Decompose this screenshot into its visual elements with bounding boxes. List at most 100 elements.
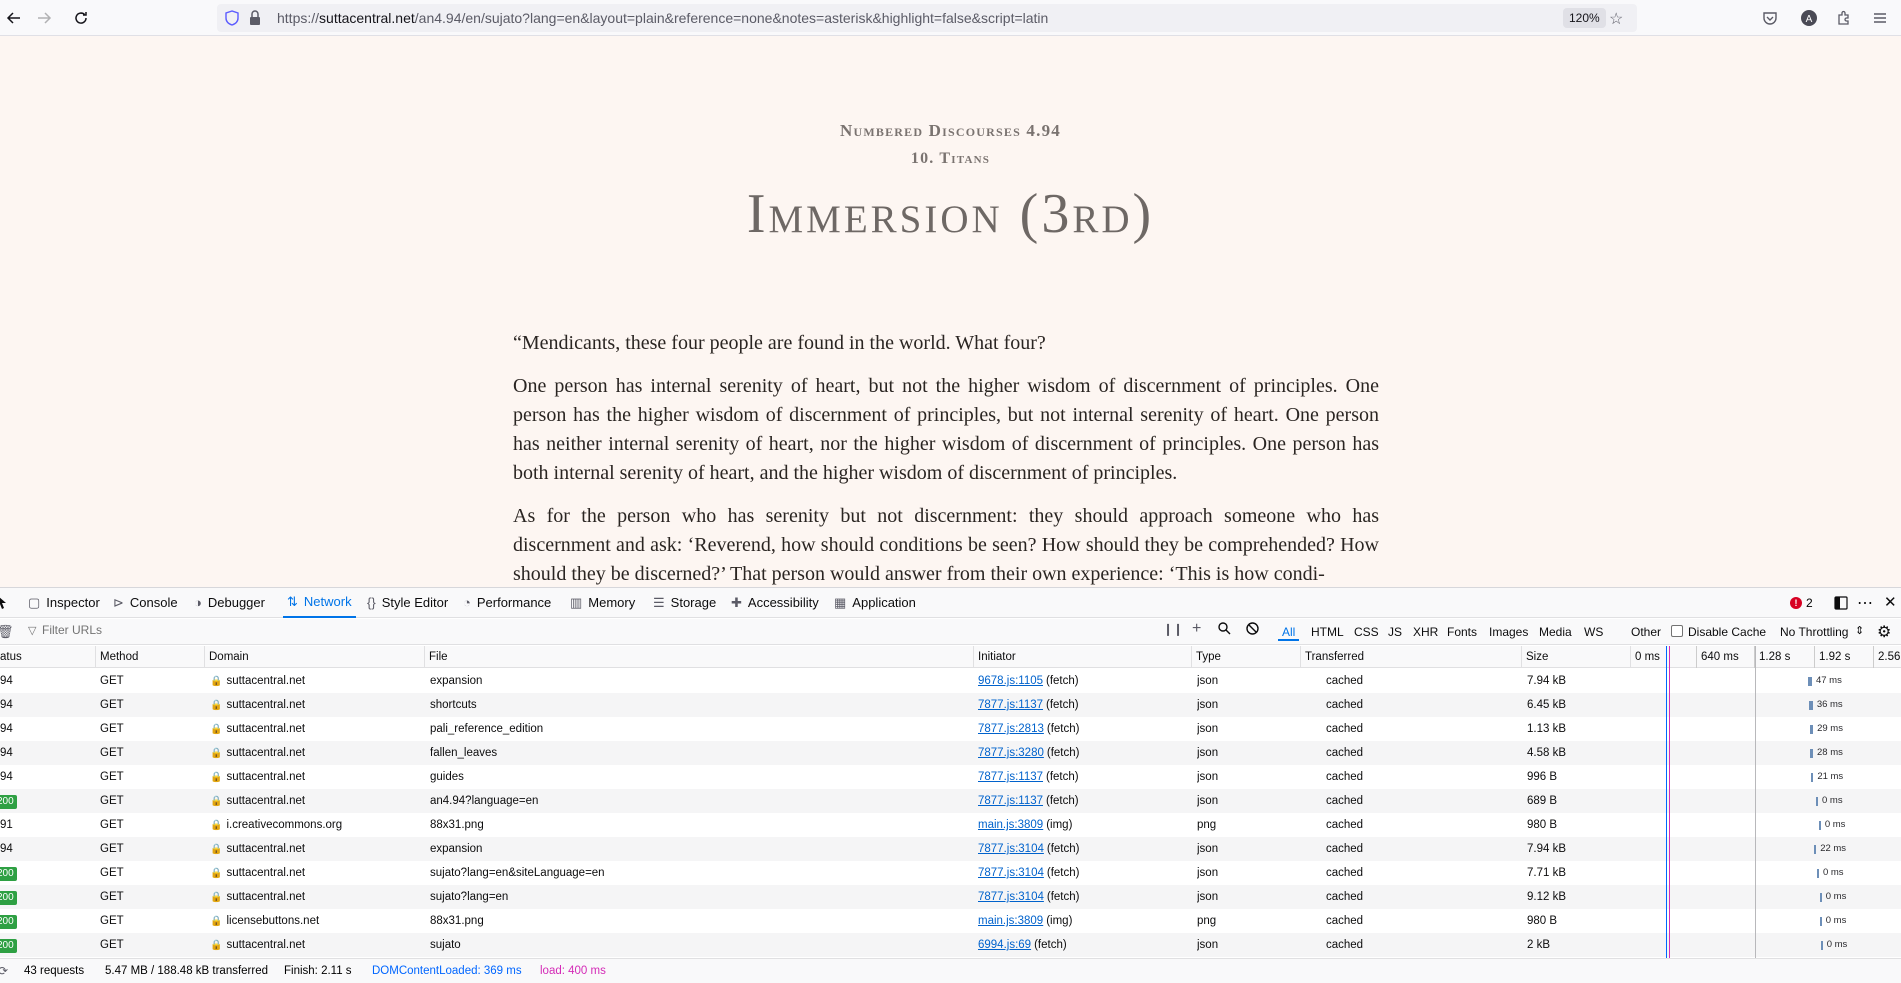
account-avatar-icon[interactable]: A <box>1795 4 1823 32</box>
type-filter-html[interactable]: HTML <box>1307 623 1348 641</box>
column-size[interactable]: Size <box>1522 646 1631 668</box>
type-filter-xhr[interactable]: XHR <box>1409 623 1442 641</box>
type-filter-ws[interactable]: WS <box>1580 623 1607 641</box>
column-domain[interactable]: Domain <box>205 646 425 668</box>
block-requests-icon[interactable] <box>1246 622 1259 638</box>
waterfall-bar <box>1810 749 1813 758</box>
tab-inspector[interactable]: ▢ Inspector <box>28 588 100 618</box>
add-request-icon[interactable]: + <box>1192 620 1201 638</box>
initiator-link[interactable]: main.js:3809 <box>978 915 1043 927</box>
type-filter-fonts[interactable]: Fonts <box>1443 623 1481 641</box>
bookmark-star-icon[interactable]: ☆ <box>1609 9 1623 29</box>
column-transferred[interactable]: Transferred <box>1301 646 1522 668</box>
table-row[interactable]: 94 GET 🔒 suttacentral.net expansion 7877.js:3… <box>0 837 1901 861</box>
initiator-link[interactable]: 7877.js:3280 <box>978 747 1044 759</box>
error-count-badge[interactable]: ! 2 <box>1790 596 1813 610</box>
url-bar[interactable]: https://suttacentral.net/an4.94/en/sujat… <box>217 4 1637 32</box>
initiator-link[interactable]: 7877.js:1137 <box>978 699 1043 711</box>
lock-icon: 🔒 <box>210 844 223 855</box>
reload-requests-icon[interactable]: ⟳ <box>0 959 8 983</box>
column-waterfall[interactable]: 0 ms 640 ms 1.28 s 1.92 s 2.56 <box>1631 646 1901 668</box>
disable-cache-checkbox[interactable] <box>1671 625 1683 637</box>
domain-text: suttacentral.net <box>226 675 306 687</box>
reload-icon[interactable] <box>67 4 95 32</box>
svg-text:A: A <box>1806 14 1813 25</box>
method-cell: GET <box>100 843 124 855</box>
type-filter-images[interactable]: Images <box>1485 623 1532 641</box>
waterfall-time-label: 0 ms <box>1825 891 1847 902</box>
column-method[interactable]: Method <box>96 646 205 668</box>
menu-icon[interactable] <box>1866 4 1894 32</box>
table-row[interactable]: 94 GET 🔒 suttacentral.net shortcuts 7877.js:1… <box>0 693 1901 717</box>
table-row[interactable]: 94 GET 🔒 suttacentral.net fallen_leaves 7877.… <box>0 741 1901 765</box>
tab-performance[interactable]: ◔ Performance <box>463 588 551 618</box>
initiator-link[interactable]: 7877.js:1137 <box>978 771 1043 783</box>
type-filter-other[interactable]: Other <box>1627 623 1665 641</box>
tab-console[interactable]: ⊳ Console <box>113 588 178 618</box>
timeline-gridline <box>1755 646 1756 958</box>
tracking-shield-icon[interactable] <box>225 10 239 31</box>
disable-cache-label[interactable]: Disable Cache <box>1684 623 1770 641</box>
type-filter-all[interactable]: All <box>1278 623 1300 641</box>
table-row[interactable]: 200 GET 🔒licensebuttons.net 88x31.png main.j… <box>0 909 1901 933</box>
more-options-icon[interactable]: ⋯ <box>1857 593 1873 613</box>
table-row[interactable]: 94 GET 🔒 suttacentral.net guides 7877.js:1137… <box>0 765 1901 789</box>
type-filter-js[interactable]: JS <box>1384 623 1406 641</box>
back-icon[interactable] <box>0 4 28 32</box>
initiator-link[interactable]: 7877.js:3104 <box>978 843 1044 855</box>
initiator-link[interactable]: main.js:3809 <box>978 819 1043 831</box>
file-cell: expansion <box>430 843 483 855</box>
filter-urls-input[interactable]: Filter URLs <box>42 623 102 637</box>
throttling-select[interactable]: No Throttling <box>1776 623 1852 641</box>
table-row[interactable]: 200 GET 🔒suttacentral.net sujato?lang=en 787… <box>0 885 1901 909</box>
status-code: 200 <box>0 867 17 881</box>
type-cell: json <box>1197 795 1219 807</box>
table-row[interactable]: 200 GET 🔒suttacentral.net an4.94?language=e… <box>0 789 1901 813</box>
forward-icon[interactable] <box>30 4 58 32</box>
column-initiator[interactable]: Initiator <box>974 646 1192 668</box>
initiator-link[interactable]: 7877.js:2813 <box>978 723 1044 735</box>
initiator-link[interactable]: 6994.js:69 <box>978 939 1031 951</box>
table-row[interactable]: 200 GET 🔒suttacentral.net sujato 6994.js:69(… <box>0 933 1901 957</box>
close-devtools-icon[interactable]: ✕ <box>1884 593 1897 611</box>
tab-network[interactable]: ⇅ Network <box>283 588 356 618</box>
pick-element-icon[interactable] <box>0 596 8 615</box>
tab-application[interactable]: ▦ Application <box>834 588 916 618</box>
initiator-link[interactable]: 7877.js:3104 <box>978 867 1044 879</box>
url-path: /an4.94/en/sujato?lang=en&layout=plain&r… <box>414 10 1049 26</box>
column-status[interactable]: atus <box>0 646 96 668</box>
type-filter-media[interactable]: Media <box>1535 623 1576 641</box>
pause-icon[interactable]: ❙❙ <box>1163 622 1183 636</box>
zoom-level-button[interactable]: 120% <box>1563 8 1606 28</box>
clear-requests-icon[interactable]: 🗑 <box>0 624 14 640</box>
column-file[interactable]: File <box>425 646 974 668</box>
pocket-icon[interactable] <box>1756 4 1784 32</box>
network-settings-gear-icon[interactable]: ⚙ <box>1877 622 1891 642</box>
size-cell: 4.58 kB <box>1527 747 1566 759</box>
type-filter-css[interactable]: CSS <box>1350 623 1383 641</box>
url-text[interactable]: https://suttacentral.net/an4.94/en/sujat… <box>277 10 1048 26</box>
initiator-type: (img) <box>1046 915 1073 927</box>
lock-icon[interactable] <box>249 10 261 31</box>
initiator-link[interactable]: 9678.js:1105 <box>978 675 1043 687</box>
dock-toggle-icon[interactable] <box>1834 596 1848 615</box>
tab-accessibility[interactable]: ✚ Accessibility <box>731 588 819 618</box>
tab-memory[interactable]: ▥ Memory <box>570 588 635 618</box>
table-row[interactable]: 200 GET 🔒suttacentral.net sujato?lang=en&si… <box>0 861 1901 885</box>
tab-debugger[interactable]: ◑ Debugger <box>194 588 265 618</box>
accessibility-icon: ✚ <box>731 595 742 610</box>
page-title: Immersion (3rd) <box>746 183 1155 245</box>
initiator-link[interactable]: 7877.js:3104 <box>978 891 1044 903</box>
table-row[interactable]: 94 GET 🔒 suttacentral.net expansion 9678.js:1… <box>0 669 1901 693</box>
initiator-type: (fetch) <box>1046 723 1080 735</box>
tab-style-editor[interactable]: {} Style Editor <box>367 588 448 618</box>
initiator-cell: 7877.js:1137 (fetch) <box>978 789 1188 813</box>
initiator-link[interactable]: 7877.js:1137 <box>978 795 1043 807</box>
extensions-icon[interactable] <box>1830 4 1858 32</box>
table-row[interactable]: 94 GET 🔒 suttacentral.net pali_reference_edi… <box>0 717 1901 741</box>
tab-storage[interactable]: ☰ Storage <box>653 588 716 618</box>
waterfall-time-label: 21 ms <box>1817 771 1844 782</box>
column-type[interactable]: Type <box>1192 646 1301 668</box>
search-icon[interactable] <box>1218 622 1231 638</box>
table-row[interactable]: 91 GET 🔒 i.creativecommons.org 88x31.png main… <box>0 813 1901 837</box>
